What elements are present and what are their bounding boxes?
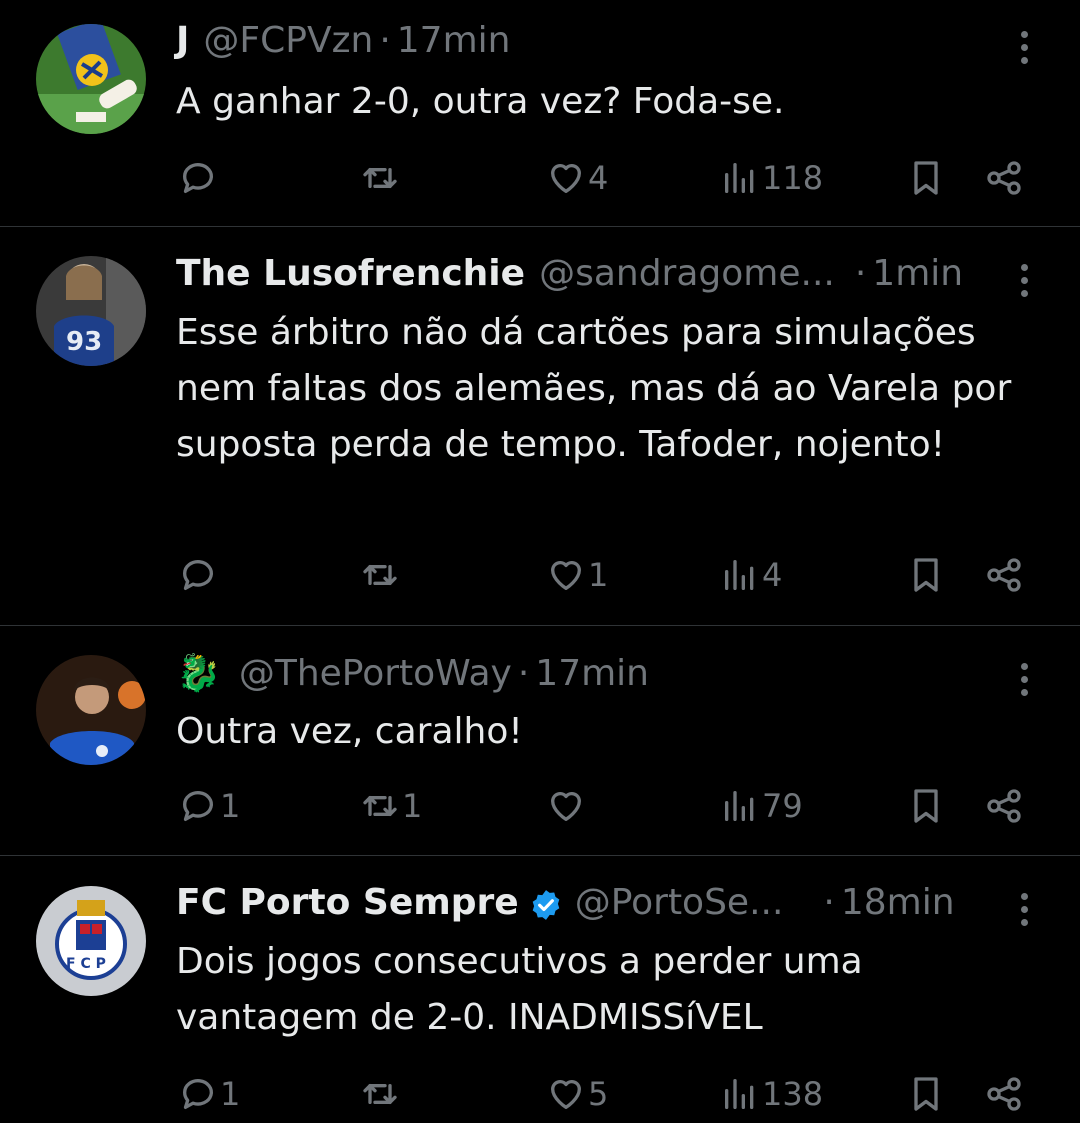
heart-icon — [546, 786, 586, 826]
tweet-text: Esse árbitro não dá cartões para simulaç… — [176, 312, 1012, 465]
share-icon — [984, 1074, 1024, 1114]
reply-count: 1 — [220, 787, 241, 825]
share-button[interactable] — [984, 555, 1024, 595]
retweet-count: 1 — [402, 787, 423, 825]
timestamp[interactable]: 1min — [872, 253, 963, 294]
view-count: 4 — [762, 556, 783, 594]
reply-button[interactable] — [178, 555, 220, 595]
more-options-icon[interactable] — [1012, 28, 1036, 68]
timestamp[interactable]: 18min — [841, 882, 955, 923]
share-button[interactable] — [984, 158, 1024, 198]
reply-icon — [178, 555, 218, 595]
tweet[interactable]: J @FCPVzn · 17min A ganhar 2-0, outra ve… — [0, 0, 1080, 226]
retweet-icon — [360, 158, 400, 198]
retweet-icon — [360, 555, 400, 595]
display-name[interactable]: FC Porto Sempre — [176, 882, 519, 923]
bookmark-button[interactable] — [906, 786, 946, 826]
views-button[interactable]: 4 — [720, 555, 782, 595]
tweet-text: Dois jogos consecutivos a perder uma van… — [176, 941, 863, 1038]
views-button[interactable]: 118 — [720, 158, 823, 198]
retweet-button[interactable] — [360, 158, 402, 198]
views-icon — [720, 158, 760, 198]
tweet-header: The Lusofrenchie @sandragome... · 1min — [176, 253, 963, 299]
player-portrait-avatar[interactable] — [36, 655, 146, 765]
svg-text:F C P: F C P — [66, 956, 106, 972]
more-options-icon[interactable] — [1012, 660, 1036, 700]
share-icon — [984, 555, 1024, 595]
retweet-icon — [360, 786, 400, 826]
share-button[interactable] — [984, 1074, 1024, 1114]
separator: · — [854, 253, 867, 294]
separator: · — [823, 882, 835, 923]
tweet[interactable]: 93 The Lusofrenchie @sandragome... · 1mi… — [0, 227, 1080, 625]
like-button[interactable]: 4 — [546, 158, 608, 198]
bookmark-icon — [906, 158, 946, 198]
tweet[interactable]: 🐉 @ThePortoWay · 17min Outra vez, caralh… — [0, 626, 1080, 855]
tweet-text: Outra vez, caralho! — [176, 711, 523, 752]
like-button[interactable]: 1 — [546, 555, 608, 595]
reply-count: 1 — [220, 1075, 241, 1113]
bookmark-button[interactable] — [906, 1074, 946, 1114]
bookmark-icon — [906, 555, 946, 595]
bookmark-button[interactable] — [906, 158, 946, 198]
reply-button[interactable]: 1 — [178, 786, 240, 826]
views-icon — [720, 786, 760, 826]
timestamp[interactable]: 17min — [535, 653, 649, 694]
display-name[interactable]: J — [176, 20, 189, 61]
retweet-icon — [360, 1074, 400, 1114]
reply-button[interactable] — [178, 158, 220, 198]
display-name[interactable]: The Lusofrenchie — [176, 253, 525, 294]
view-count: 118 — [762, 159, 824, 197]
bookmark-icon — [906, 786, 946, 826]
svg-text:93: 93 — [66, 327, 102, 357]
reply-icon — [178, 1074, 218, 1114]
fc-porto-crest-avatar[interactable]: F C P — [36, 886, 146, 996]
like-count: 5 — [588, 1075, 609, 1113]
reply-button[interactable]: 1 — [178, 1074, 240, 1114]
views-icon — [720, 1074, 760, 1114]
share-icon — [984, 158, 1024, 198]
reply-icon — [178, 786, 218, 826]
views-button[interactable]: 138 — [720, 1074, 823, 1114]
tweet-header: 🐉 @ThePortoWay · 17min — [176, 652, 649, 698]
bookmark-icon — [906, 1074, 946, 1114]
like-count: 1 — [588, 556, 609, 594]
heart-icon — [546, 555, 586, 595]
reply-icon — [178, 158, 218, 198]
tweet[interactable]: F C P FC Porto Sempre @PortoSe... · 18mi… — [0, 856, 1080, 1123]
views-button[interactable]: 79 — [720, 786, 803, 826]
player-photo-avatar[interactable] — [36, 24, 146, 134]
heart-icon — [546, 158, 586, 198]
user-handle[interactable]: @FCPVzn — [203, 20, 373, 61]
user-handle[interactable]: @PortoSe... — [575, 882, 784, 923]
separator: · — [517, 653, 530, 694]
retweet-button[interactable] — [360, 1074, 402, 1114]
view-count: 79 — [762, 787, 803, 825]
timestamp[interactable]: 17min — [397, 20, 511, 61]
display-name[interactable]: 🐉 — [176, 652, 221, 694]
tweet-header: FC Porto Sempre @PortoSe... · 18min — [176, 882, 955, 928]
user-handle[interactable]: @sandragome... — [539, 253, 835, 294]
like-button[interactable]: 5 — [546, 1074, 608, 1114]
user-handle[interactable]: @ThePortoWay — [239, 653, 512, 694]
view-count: 138 — [762, 1075, 824, 1113]
bookmark-button[interactable] — [906, 555, 946, 595]
more-options-icon[interactable] — [1012, 261, 1036, 301]
separator: · — [379, 20, 391, 61]
views-icon — [720, 555, 760, 595]
tweet-header: J @FCPVzn · 17min — [176, 20, 510, 66]
more-options-icon[interactable] — [1012, 890, 1036, 930]
like-button[interactable] — [546, 786, 588, 826]
share-icon — [984, 786, 1024, 826]
heart-icon — [546, 1074, 586, 1114]
jersey-93-avatar[interactable]: 93 — [36, 256, 146, 366]
retweet-button[interactable] — [360, 555, 402, 595]
share-button[interactable] — [984, 786, 1024, 826]
tweet-text: A ganhar 2-0, outra vez? Foda-se. — [176, 81, 785, 122]
like-count: 4 — [588, 159, 609, 197]
retweet-button[interactable]: 1 — [360, 786, 422, 826]
verified-badge-icon — [532, 890, 560, 920]
